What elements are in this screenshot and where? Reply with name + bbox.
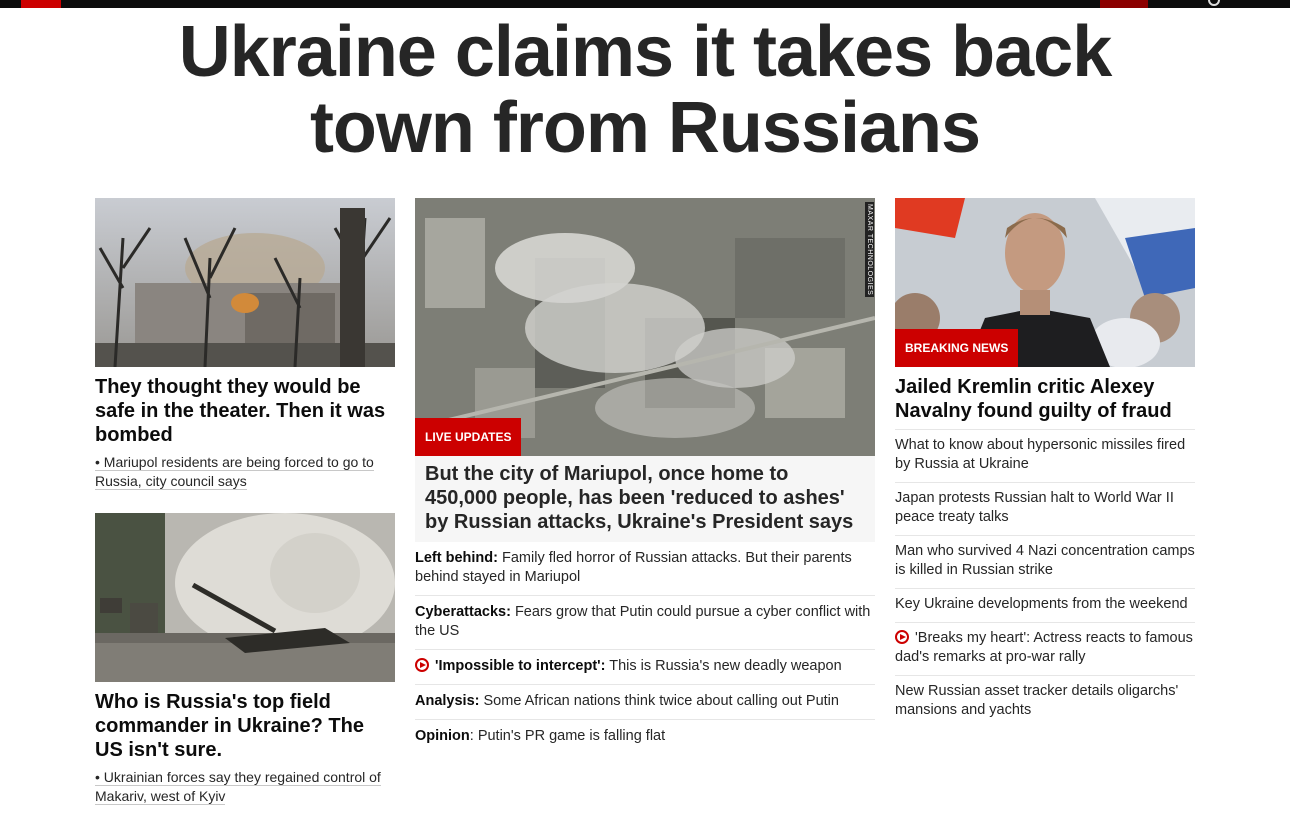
left-column: They thought they would be safe in the t…	[95, 198, 395, 806]
list-item[interactable]: Key Ukraine developments from the weeken…	[895, 588, 1195, 622]
main-headline[interactable]: Ukraine claims it takes back town from R…	[100, 14, 1190, 166]
list-item[interactable]: Opinion: Putin's PR game is falling flat	[415, 720, 875, 754]
brand-logo[interactable]	[21, 0, 61, 8]
list-item[interactable]: 'Impossible to intercept': This is Russi…	[415, 650, 875, 685]
list-item[interactable]: Man who survived 4 Nazi concentration ca…	[895, 535, 1195, 588]
story-subline[interactable]: • Ukrainian forces say they regained con…	[95, 768, 395, 806]
satellite-photo[interactable]: MAXAR TECHNOLOGIES LIVE UPDATES	[415, 198, 875, 456]
nav-highlight[interactable]	[1100, 0, 1148, 8]
play-icon	[895, 630, 909, 644]
list-item[interactable]: Cyberattacks: Fears grow that Putin coul…	[415, 596, 875, 650]
list-item[interactable]: What to know about hypersonic missiles f…	[895, 429, 1195, 482]
story-title[interactable]: They thought they would be safe in the t…	[95, 375, 395, 447]
list-item[interactable]: 'Breaks my heart': Actress reacts to fam…	[895, 622, 1195, 675]
breaking-news-badge[interactable]: BREAKING NEWS	[895, 329, 1019, 367]
middle-column: MAXAR TECHNOLOGIES LIVE UPDATES But the …	[415, 198, 875, 754]
navalny-photo[interactable]: BREAKING NEWS	[895, 198, 1195, 367]
top-nav-bar	[0, 0, 1290, 8]
theater-photo[interactable]	[95, 198, 395, 367]
breaking-story-title[interactable]: Jailed Kremlin critic Alexey Navalny fou…	[895, 375, 1195, 423]
play-icon	[415, 658, 429, 672]
headlines-list: What to know about hypersonic missiles f…	[895, 429, 1195, 728]
list-item[interactable]: Japan protests Russian halt to World War…	[895, 482, 1195, 535]
list-item[interactable]: Analysis: Some African nations think twi…	[415, 685, 875, 720]
search-icon[interactable]	[1208, 0, 1220, 6]
lead-story-title[interactable]: But the city of Mariupol, once home to 4…	[415, 456, 875, 542]
live-updates-badge[interactable]: LIVE UPDATES	[415, 418, 522, 456]
story-subline[interactable]: • Mariupol residents are being forced to…	[95, 453, 395, 491]
right-column: BREAKING NEWS Jailed Kremlin critic Alex…	[895, 198, 1195, 728]
story-title[interactable]: Who is Russia's top field commander in U…	[95, 690, 395, 762]
related-links-list: Left behind: Family fled horror of Russi…	[415, 542, 875, 754]
list-item[interactable]: Left behind: Family fled horror of Russi…	[415, 542, 875, 596]
tank-photo[interactable]	[95, 513, 395, 682]
list-item[interactable]: New Russian asset tracker details oligar…	[895, 675, 1195, 728]
image-credit: MAXAR TECHNOLOGIES	[865, 202, 874, 298]
